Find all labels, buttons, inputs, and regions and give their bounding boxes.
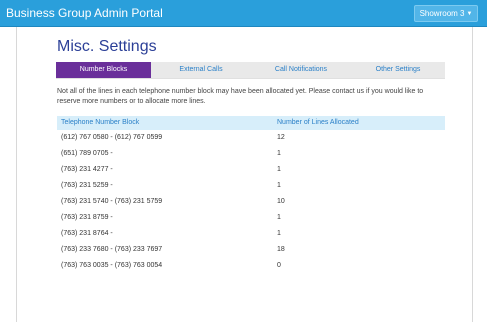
table-row: (763) 231 5259 - 1 (57, 178, 445, 194)
table-row: (763) 233 7680 - (763) 233 7697 18 (57, 242, 445, 258)
number-block-cell: (763) 231 5740 - (763) 231 5759 (61, 198, 163, 205)
tab-number-blocks[interactable]: Number Blocks (56, 62, 151, 78)
number-block-cell: (763) 233 7680 - (763) 233 7697 (61, 246, 163, 253)
number-block-cell: (612) 767 0580 - (612) 767 0599 (61, 134, 163, 141)
lines-allocated-cell: 0 (277, 262, 281, 269)
top-navbar: Business Group Admin Portal Showroom 3 ▼ (0, 0, 487, 27)
lines-allocated-cell: 18 (277, 246, 285, 253)
tab-other-settings[interactable]: Other Settings (351, 62, 445, 78)
table-header: Telephone Number Block Number of Lines A… (57, 116, 445, 130)
number-block-cell: (763) 231 4277 - (61, 166, 113, 173)
chevron-down-icon: ▼ (466, 10, 473, 17)
allocation-notice: Not all of the lines in each telephone n… (57, 88, 424, 105)
table-row: (763) 231 8759 - 1 (57, 210, 445, 226)
lines-allocated-cell: 1 (277, 166, 281, 173)
table-row: (763) 231 8764 - 1 (57, 226, 445, 242)
lines-allocated-cell: 12 (277, 134, 285, 141)
tab-call-notifications[interactable]: Call Notifications (251, 62, 351, 78)
lines-allocated-cell: 1 (277, 214, 281, 221)
column-header-block: Telephone Number Block (61, 119, 140, 126)
table-row: (651) 789 0705 - 1 (57, 146, 445, 162)
settings-tabs: Number Blocks External Calls Call Notifi… (56, 62, 445, 79)
account-dropdown[interactable]: Showroom 3 ▼ (414, 5, 478, 22)
tab-external-calls[interactable]: External Calls (151, 62, 251, 78)
number-block-cell: (763) 231 5259 - (61, 182, 113, 189)
number-block-cell: (763) 763 0035 - (763) 763 0054 (61, 262, 163, 269)
table-row: (612) 767 0580 - (612) 767 0599 12 (57, 130, 445, 146)
number-block-cell: (763) 231 8764 - (61, 230, 113, 237)
table-row: (763) 763 0035 - (763) 763 0054 0 (57, 258, 445, 274)
lines-allocated-cell: 1 (277, 150, 281, 157)
account-dropdown-label: Showroom 3 (419, 9, 465, 18)
table-row: (763) 231 5740 - (763) 231 5759 10 (57, 194, 445, 210)
lines-allocated-cell: 1 (277, 182, 281, 189)
lines-allocated-cell: 10 (277, 198, 285, 205)
page-title: Misc. Settings (57, 38, 157, 55)
table-row: (763) 231 4277 - 1 (57, 162, 445, 178)
number-block-cell: (763) 231 8759 - (61, 214, 113, 221)
lines-allocated-cell: 1 (277, 230, 281, 237)
column-header-lines: Number of Lines Allocated (277, 119, 359, 126)
number-block-cell: (651) 789 0705 - (61, 150, 113, 157)
brand-title[interactable]: Business Group Admin Portal (6, 6, 163, 20)
